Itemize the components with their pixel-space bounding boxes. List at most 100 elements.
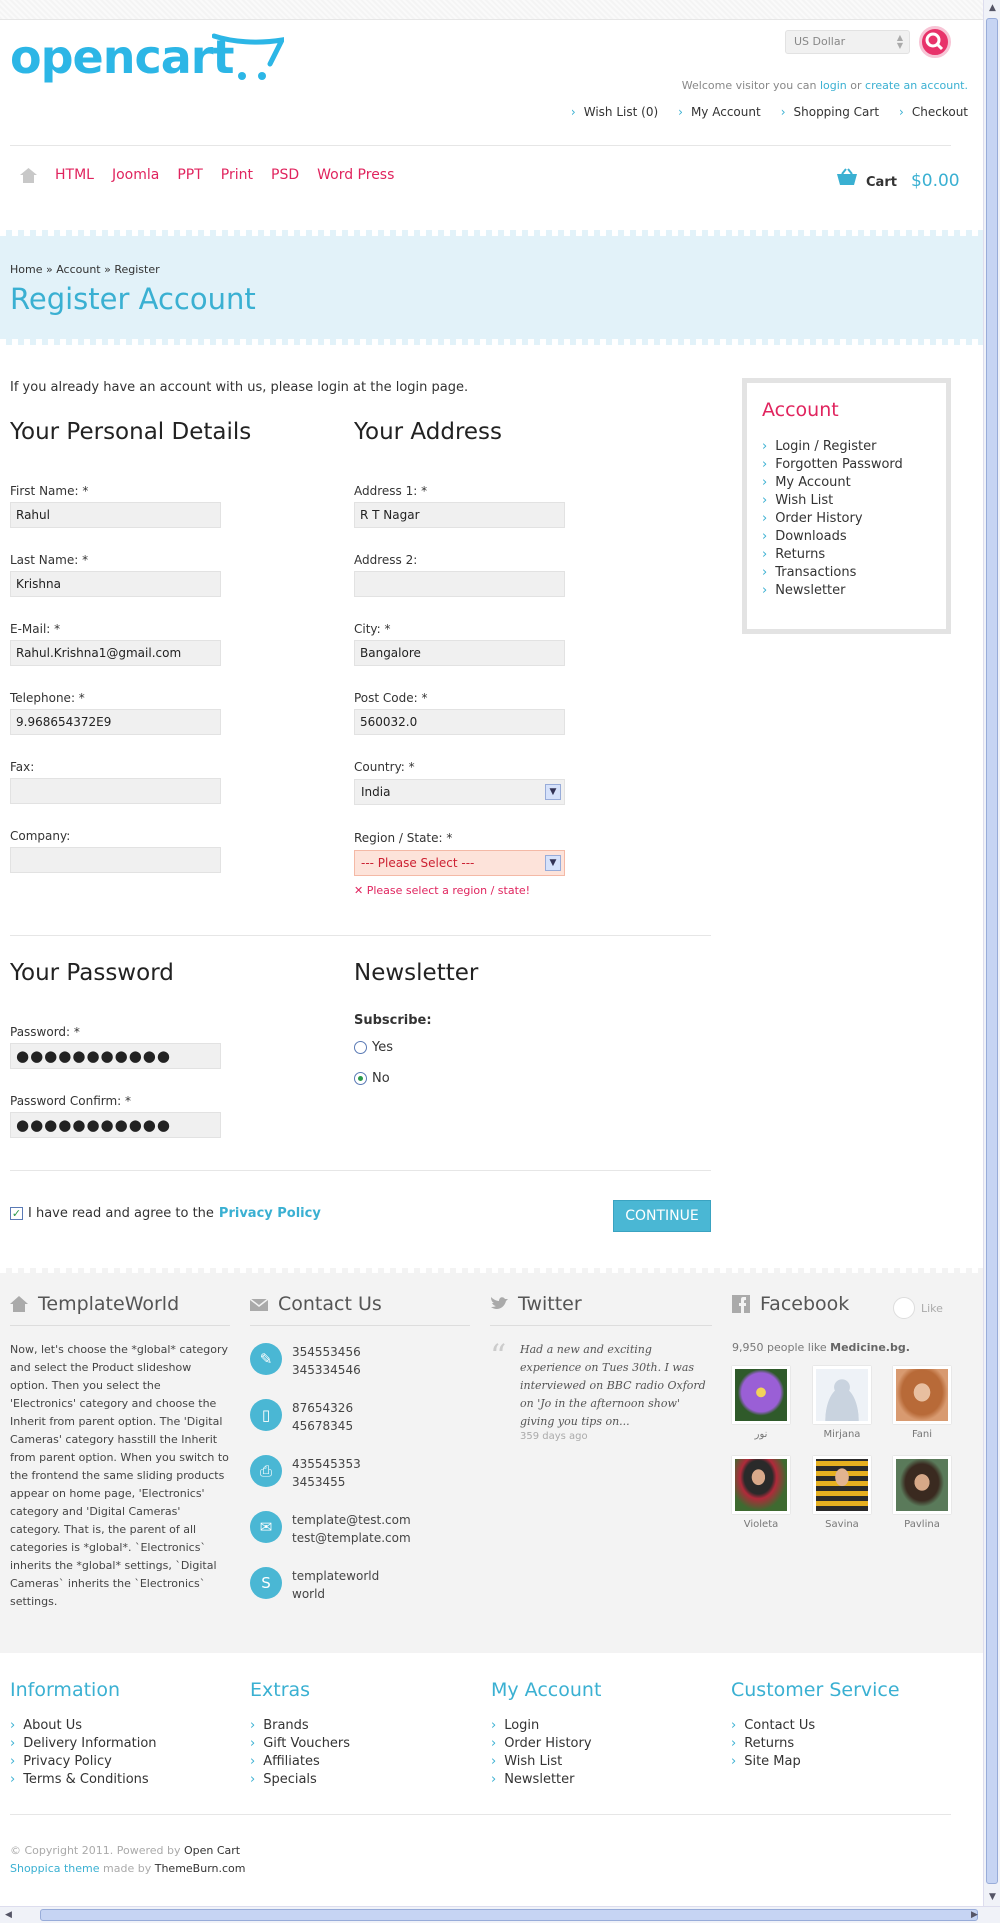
footer-link[interactable]: Delivery Information bbox=[10, 1735, 156, 1753]
continue-button[interactable]: CONTINUE bbox=[613, 1200, 711, 1232]
footer-link[interactable]: Brands bbox=[250, 1717, 350, 1735]
opencart-link[interactable]: Open Cart bbox=[184, 1844, 240, 1857]
address2-field[interactable] bbox=[354, 571, 565, 597]
welcome-prefix: Welcome visitor you can bbox=[681, 79, 817, 92]
search-button[interactable] bbox=[919, 26, 951, 58]
sidebar-item-login-register[interactable]: Login / Register bbox=[762, 438, 903, 456]
subscribe-no[interactable]: No bbox=[354, 1071, 390, 1086]
fan-avatar bbox=[893, 1456, 951, 1514]
footer-link[interactable]: Order History bbox=[491, 1735, 591, 1753]
checkout-link[interactable]: Checkout bbox=[899, 105, 968, 119]
privacy-policy-link[interactable]: Privacy Policy bbox=[219, 1206, 321, 1221]
agree-checkbox[interactable]: ✓ bbox=[10, 1207, 23, 1220]
facebook-page-name[interactable]: Medicine.bg. bbox=[830, 1341, 910, 1354]
vertical-scroll-thumb[interactable] bbox=[986, 18, 998, 1884]
footer-customer-service-title: Customer Service bbox=[731, 1679, 900, 1701]
postcode-field[interactable] bbox=[354, 709, 565, 735]
create-account-link[interactable]: create an account. bbox=[865, 79, 968, 92]
sidebar-list: Login / Register Forgotten Password My A… bbox=[762, 438, 903, 600]
email-field[interactable] bbox=[10, 640, 221, 666]
first-name-field[interactable] bbox=[10, 502, 221, 528]
footer-link[interactable]: Terms & Conditions bbox=[10, 1771, 157, 1789]
sidebar-item-downloads[interactable]: Downloads bbox=[762, 528, 903, 546]
horizontal-scrollbar[interactable]: ◀ ▶ bbox=[0, 1906, 1000, 1923]
footer-link[interactable]: Wish List bbox=[491, 1753, 592, 1771]
region-select[interactable]: --- Please Select --- ▼ bbox=[354, 850, 565, 876]
sidebar-item-forgotten-password[interactable]: Forgotten Password bbox=[762, 456, 903, 474]
last-name-field[interactable] bbox=[10, 571, 221, 597]
my-account-link[interactable]: My Account bbox=[678, 105, 761, 119]
fan-item[interactable]: Savina bbox=[812, 1456, 872, 1530]
privacy-agree[interactable]: ✓ I have read and agree to the Privacy P… bbox=[10, 1206, 321, 1221]
login-link[interactable]: login bbox=[820, 79, 847, 92]
fax-icon: ⎙ bbox=[250, 1455, 282, 1487]
nav-print[interactable]: Print bbox=[221, 167, 253, 183]
header-divider bbox=[10, 145, 951, 146]
fan-item[interactable]: ﻧﻮﺭ bbox=[731, 1366, 791, 1440]
footer-link[interactable]: Site Map bbox=[731, 1753, 815, 1771]
scroll-down-icon[interactable]: ▼ bbox=[984, 1889, 1000, 1906]
sidebar-item-newsletter[interactable]: Newsletter bbox=[762, 582, 903, 600]
fan-item[interactable]: Violeta bbox=[731, 1456, 791, 1530]
opencart-logo[interactable]: opencart bbox=[10, 30, 234, 84]
themeburn-link[interactable]: ThemeBurn.com bbox=[155, 1862, 246, 1875]
subscribe-yes[interactable]: Yes bbox=[354, 1040, 393, 1055]
contact-item: ✎ 354553456 345334546 bbox=[250, 1343, 361, 1379]
fan-item[interactable]: Pavlina bbox=[892, 1456, 952, 1530]
select-arrows-icon: ▲ ▼ bbox=[896, 33, 903, 50]
footer-link[interactable]: Contact Us bbox=[731, 1717, 815, 1735]
fan-item[interactable]: Fani bbox=[892, 1366, 952, 1440]
currency-value: US Dollar bbox=[794, 35, 846, 48]
radio-no[interactable] bbox=[354, 1072, 367, 1085]
fan-item[interactable]: Mirjana bbox=[812, 1366, 872, 1440]
password-field[interactable]: ●●●●●●●●●●● bbox=[10, 1043, 221, 1069]
nav-joomla[interactable]: Joomla bbox=[112, 167, 159, 183]
footer-link[interactable]: About Us bbox=[10, 1717, 157, 1735]
shoppica-link[interactable]: Shoppica theme bbox=[10, 1862, 100, 1875]
footer-link[interactable]: Newsletter bbox=[491, 1771, 592, 1789]
wishlist-link[interactable]: Wish List (0) bbox=[571, 105, 658, 119]
radio-yes[interactable] bbox=[354, 1041, 367, 1054]
home-icon[interactable] bbox=[20, 167, 37, 183]
scroll-up-icon[interactable]: ▲ bbox=[984, 0, 1000, 17]
nav-html[interactable]: HTML bbox=[55, 167, 94, 183]
contact-line: 354553456 bbox=[292, 1345, 361, 1359]
footer-link[interactable]: Affiliates bbox=[250, 1753, 350, 1771]
sidebar-item-returns[interactable]: Returns bbox=[762, 546, 903, 564]
header-cart[interactable]: Cart $0.00 bbox=[836, 168, 960, 191]
facebook-like-button[interactable]: Like bbox=[893, 1297, 943, 1319]
password-confirm-field[interactable]: ●●●●●●●●●●● bbox=[10, 1112, 221, 1138]
telephone-field[interactable] bbox=[10, 709, 221, 735]
scroll-right-icon[interactable]: ▶ bbox=[966, 1907, 983, 1923]
country-select[interactable]: India ▼ bbox=[354, 779, 565, 805]
footer-link[interactable]: Gift Vouchers bbox=[250, 1735, 350, 1753]
facebook-title-text: Facebook bbox=[760, 1293, 850, 1315]
sidebar-item-wish-list[interactable]: Wish List bbox=[762, 492, 903, 510]
city-field[interactable] bbox=[354, 640, 565, 666]
fax-field[interactable] bbox=[10, 778, 221, 804]
contact-email[interactable]: template@test.com bbox=[292, 1511, 411, 1529]
facebook-title: Facebook bbox=[732, 1293, 849, 1315]
nav-wordpress[interactable]: Word Press bbox=[317, 167, 394, 183]
footer-information-title: Information bbox=[10, 1679, 120, 1701]
sidebar-item-transactions[interactable]: Transactions bbox=[762, 564, 903, 582]
password-confirm-label: Password Confirm: * bbox=[10, 1094, 132, 1108]
scroll-left-icon[interactable]: ◀ bbox=[0, 1907, 17, 1923]
company-field[interactable] bbox=[10, 847, 221, 873]
horizontal-scroll-thumb[interactable] bbox=[40, 1909, 978, 1921]
nav-psd[interactable]: PSD bbox=[271, 167, 299, 183]
search-icon bbox=[925, 32, 944, 51]
sidebar-item-my-account[interactable]: My Account bbox=[762, 474, 903, 492]
contact-email[interactable]: test@template.com bbox=[292, 1529, 411, 1547]
footer-link[interactable]: Returns bbox=[731, 1735, 815, 1753]
vertical-scrollbar[interactable]: ▲ ▼ bbox=[983, 0, 1000, 1906]
nav-ppt[interactable]: PPT bbox=[177, 167, 202, 183]
footer-link[interactable]: Specials bbox=[250, 1771, 350, 1789]
footer-link[interactable]: Login bbox=[491, 1717, 592, 1735]
address1-field[interactable] bbox=[354, 502, 565, 528]
sidebar-item-order-history[interactable]: Order History bbox=[762, 510, 903, 528]
footer-link[interactable]: Privacy Policy bbox=[10, 1753, 157, 1771]
currency-select[interactable]: US Dollar ▲ ▼ bbox=[785, 30, 910, 54]
shopping-cart-link[interactable]: Shopping Cart bbox=[781, 105, 880, 119]
breadcrumb[interactable]: Home » Account » Register bbox=[10, 263, 160, 276]
